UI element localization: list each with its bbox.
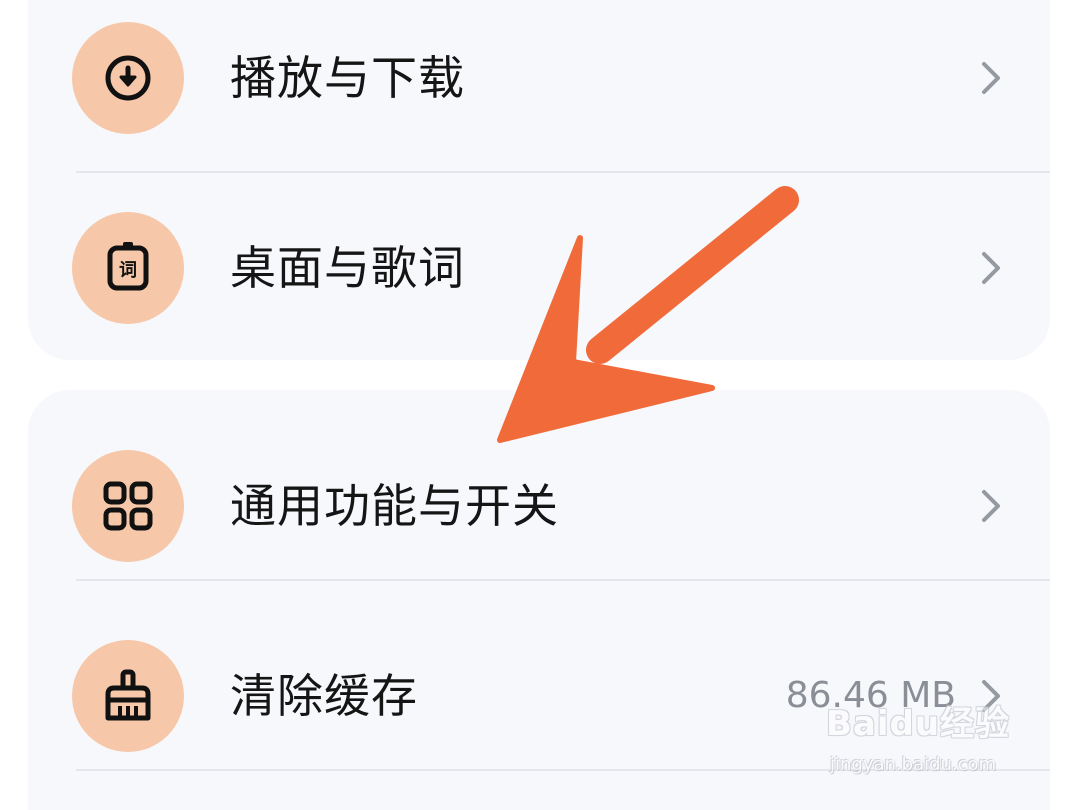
grid-apps-icon [72, 450, 184, 562]
settings-row-playback-download[interactable]: 播放与下载 [28, 2, 1050, 152]
svg-text:词: 词 [119, 260, 137, 281]
settings-row-label: 播放与下载 [230, 51, 465, 105]
watermark-url: jingyan.baidu.com [830, 754, 997, 775]
download-circle-icon [72, 22, 184, 134]
settings-row-desktop-lyrics[interactable]: 词 桌面与歌词 [28, 192, 1050, 342]
settings-screen: 播放与下载 词 桌面与歌词 通用功能与开关 清除缓存 86.46 MB Baid… [0, 0, 1080, 810]
settings-row-general-switches[interactable]: 通用功能与开关 [28, 430, 1050, 580]
chevron-right-icon [982, 252, 1000, 284]
settings-row-label: 清除缓存 [230, 669, 418, 723]
baidu-jingyan-watermark: Baidu经验 jingyan.baidu.com [822, 690, 1052, 790]
settings-row-label: 通用功能与开关 [230, 479, 559, 533]
chevron-right-icon [982, 62, 1000, 94]
row-divider [76, 579, 1050, 581]
settings-card-top: 播放与下载 词 桌面与歌词 [28, 0, 1050, 360]
chevron-right-icon [982, 490, 1000, 522]
lyrics-icon: 词 [72, 212, 184, 324]
settings-row-label: 桌面与歌词 [230, 241, 465, 295]
row-divider [76, 171, 1050, 173]
watermark-brand: Baidu经验 [826, 704, 1011, 744]
broom-icon [72, 640, 184, 752]
